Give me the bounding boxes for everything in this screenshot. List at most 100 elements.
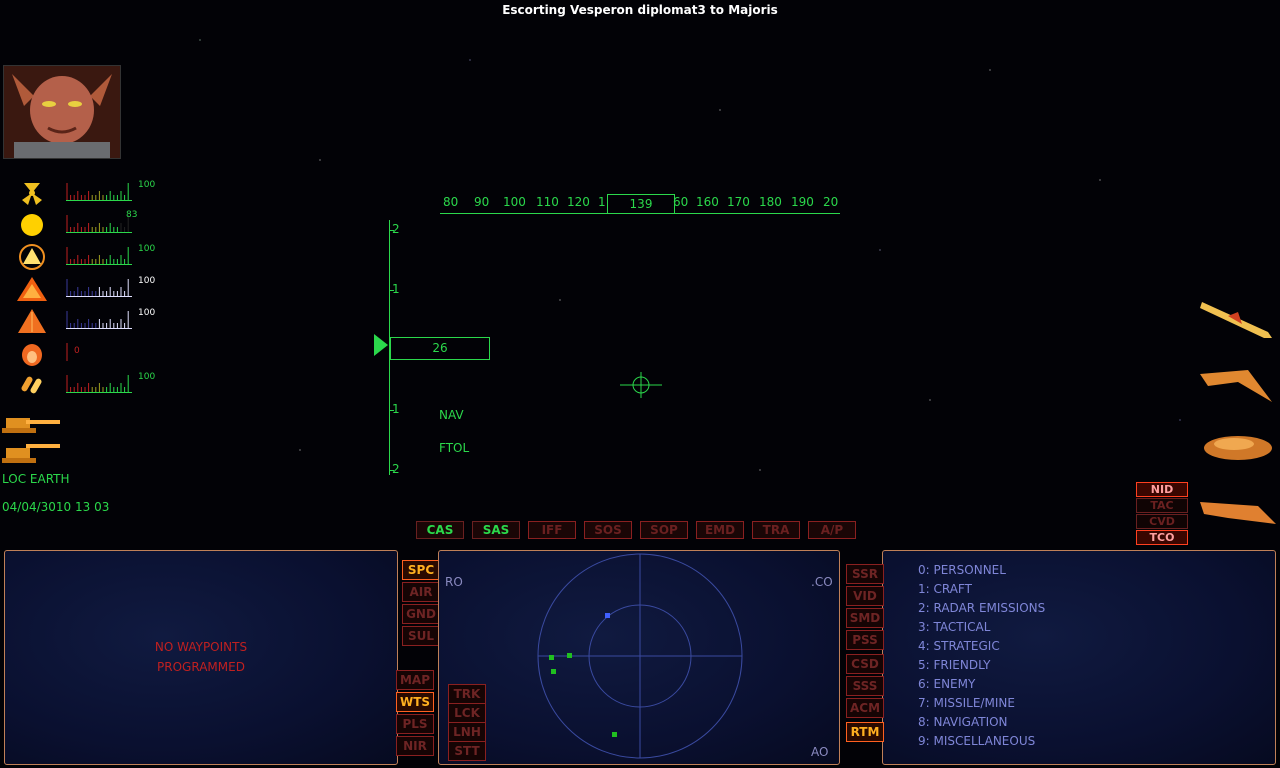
radar-button-stt[interactable]: STT: [448, 741, 486, 761]
menu-item[interactable]: 9: MISCELLANEOUS: [918, 734, 1035, 748]
status-gauge-row: 100: [14, 308, 194, 334]
heading-tick-label: 20: [823, 195, 839, 209]
status-gauge-row: 100: [14, 180, 194, 206]
display-button-ssr[interactable]: SSR: [846, 564, 884, 584]
display-button-rtm[interactable]: RTM: [846, 722, 884, 742]
env-button-spc[interactable]: SPC: [402, 560, 440, 580]
menu-item[interactable]: 4: STRATEGIC: [918, 639, 1000, 653]
radar-label-mode: AO: [811, 745, 829, 759]
sun-icon: [14, 212, 50, 238]
missile-target-icon[interactable]: [1198, 294, 1278, 344]
altitude-tick-mark: [389, 230, 394, 231]
map-button-wts[interactable]: WTS: [396, 692, 434, 712]
target-tag-cvd[interactable]: CVD: [1136, 514, 1188, 529]
display-button-vid[interactable]: VID: [846, 586, 884, 606]
display-button-smd[interactable]: SMD: [846, 608, 884, 628]
status-gauge-row: 100: [14, 244, 194, 270]
mode-button-emd[interactable]: EMD: [696, 521, 744, 539]
gauge-value: 100: [138, 308, 156, 318]
radar-button-trk[interactable]: TRK: [448, 684, 486, 704]
map-button-pls[interactable]: PLS: [396, 714, 434, 734]
radar-button-lnh[interactable]: LNH: [448, 722, 486, 742]
radar-contact-friendly: [567, 653, 572, 658]
menu-item[interactable]: 7: MISSILE/MINE: [918, 696, 1015, 710]
radar-contact-friendly: [612, 732, 617, 737]
heading-tick-label: 170: [727, 195, 750, 209]
display-button-csd[interactable]: CSD: [846, 654, 884, 674]
ftol-mode-label: FTOL: [439, 441, 470, 455]
gauge-value: 100: [138, 180, 156, 190]
altitude-readout: 26: [390, 337, 490, 360]
gauge-bar: [66, 311, 132, 329]
mode-button-tra[interactable]: TRA: [752, 521, 800, 539]
menu-item[interactable]: 8: NAVIGATION: [918, 715, 1008, 729]
gauge-value: 83: [126, 210, 138, 220]
cruiser-target-icon[interactable]: [1198, 492, 1278, 532]
waypoint-status-line2: PROGRAMMED: [157, 660, 245, 674]
menu-item[interactable]: 6: ENEMY: [918, 677, 975, 691]
nav-mode-label: NAV: [439, 408, 464, 422]
pilot-portrait: [3, 65, 121, 159]
gauge-value: 100: [138, 244, 156, 254]
gauge-bar: [66, 279, 132, 297]
target-tag-tac[interactable]: TAC: [1136, 498, 1188, 513]
mode-button-iff[interactable]: IFF: [528, 521, 576, 539]
display-button-sss[interactable]: SSS: [846, 676, 884, 696]
heading-tick-label: 190: [791, 195, 814, 209]
cannon-icon: [2, 440, 62, 464]
env-button-sul[interactable]: SUL: [402, 626, 440, 646]
heading-readout: 139: [607, 194, 675, 214]
hull-triangle-icon: [14, 276, 50, 302]
gauge-value: 100: [138, 276, 156, 286]
heading-tick-label: 120: [567, 195, 590, 209]
altitude-pointer-icon: [374, 334, 388, 356]
altitude-tick-label: 2: [392, 222, 400, 236]
ammo-icon: [14, 372, 50, 398]
heading-tick-label: 60: [673, 195, 689, 209]
menu-item[interactable]: 1: CRAFT: [918, 582, 972, 596]
menu-item[interactable]: 3: TACTICAL: [918, 620, 990, 634]
altitude-tick-label: 1: [392, 282, 400, 296]
map-button-map[interactable]: MAP: [396, 670, 434, 690]
mission-title: Escorting Vesperon diplomat3 to Majoris: [502, 3, 778, 17]
radar-contact-friendly: [549, 655, 554, 660]
crosshair-icon: [620, 372, 662, 398]
shield-triangle-icon: [14, 244, 50, 270]
menu-item[interactable]: 5: FRIENDLY: [918, 658, 991, 672]
radiation-icon: [14, 180, 50, 206]
gauge-bar: [66, 375, 132, 393]
heading-tick-label: 180: [759, 195, 782, 209]
gauge-value: 0: [74, 346, 80, 356]
target-tag-tco[interactable]: TCO: [1136, 530, 1188, 545]
mode-button-sop[interactable]: SOP: [640, 521, 688, 539]
turret-icon: [2, 410, 62, 434]
fighter-target-icon[interactable]: [1198, 360, 1274, 406]
menu-item[interactable]: 0: PERSONNEL: [918, 563, 1006, 577]
radar-contact-friendly: [551, 669, 556, 674]
mode-button-sos[interactable]: SOS: [584, 521, 632, 539]
radar-button-lck[interactable]: LCK: [448, 703, 486, 723]
status-gauge-row: 100: [14, 276, 194, 302]
mode-button-cas[interactable]: CAS: [416, 521, 464, 539]
target-tag-nid[interactable]: NID: [1136, 482, 1188, 497]
env-button-air[interactable]: AIR: [402, 582, 440, 602]
altitude-tick-mark: [389, 410, 394, 411]
map-button-nir[interactable]: NIR: [396, 736, 434, 756]
mode-button-ap[interactable]: A/P: [808, 521, 856, 539]
altitude-tick-mark: [389, 470, 394, 471]
menu-item[interactable]: 2: RADAR EMISSIONS: [918, 601, 1045, 615]
mode-button-sas[interactable]: SAS: [472, 521, 520, 539]
status-gauge-row: 0: [14, 340, 194, 366]
env-button-gnd[interactable]: GND: [402, 604, 440, 624]
heading-tick-label: 110: [536, 195, 559, 209]
display-button-pss[interactable]: PSS: [846, 630, 884, 650]
radar-label-range: RO: [445, 575, 463, 589]
armor-triangle-icon: [14, 308, 50, 334]
fuel-flame-icon: [14, 340, 50, 366]
heading-tick-label: 160: [696, 195, 719, 209]
display-button-acm[interactable]: ACM: [846, 698, 884, 718]
datetime-readout: 04/04/3010 13 03: [2, 500, 110, 514]
freighter-target-icon[interactable]: [1200, 428, 1276, 468]
waypoint-panel: NO WAYPOINTS PROGRAMMED: [4, 550, 398, 765]
gauge-bar: [66, 247, 132, 265]
